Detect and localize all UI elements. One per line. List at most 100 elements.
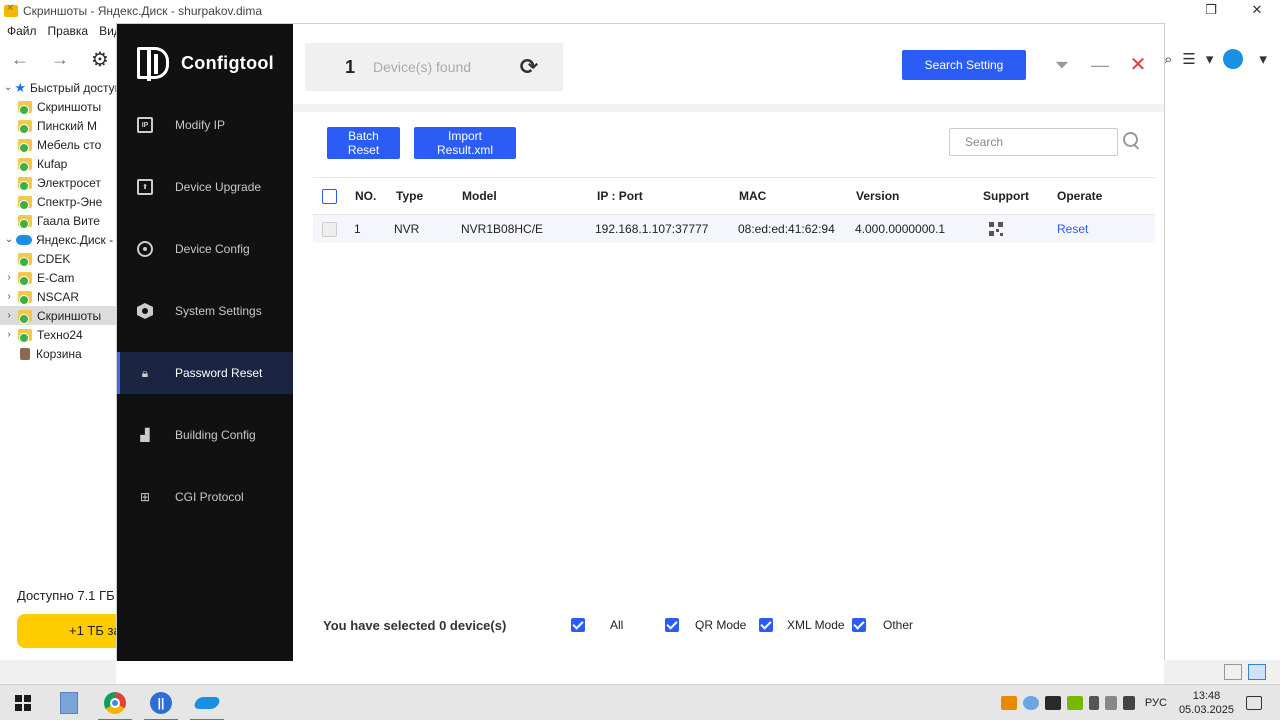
back-arrow-icon[interactable]: ← xyxy=(0,49,40,70)
tree-item-selected[interactable]: › Скриншоты xyxy=(0,306,120,325)
import-result-button[interactable]: Import Result.xml xyxy=(414,127,516,159)
details-view-icon[interactable] xyxy=(1224,664,1242,680)
close-icon[interactable]: ✕ xyxy=(1234,0,1280,22)
filter-xml-mode-label: XML Mode xyxy=(787,618,845,632)
nav-cgi-protocol[interactable]: ⊞ CGI Protocol xyxy=(117,476,293,518)
devices-found-box: 1 Device(s) found ⟳ xyxy=(305,43,563,91)
chevron-down-icon[interactable]: ▾ xyxy=(1259,50,1267,68)
tree-item[interactable]: Гаала Вите xyxy=(0,211,120,230)
filter-other-checkbox[interactable] xyxy=(852,618,866,632)
folder-icon xyxy=(18,214,32,229)
column-mac: MAC xyxy=(739,189,767,203)
taskbar-file-explorer[interactable] xyxy=(46,685,92,720)
list-view-icon[interactable]: ☰ xyxy=(1182,50,1195,68)
chevron-right-icon[interactable]: › xyxy=(4,329,14,340)
restore-icon[interactable]: ❐ xyxy=(1188,0,1234,22)
nav-device-upgrade[interactable]: ⬆ Device Upgrade xyxy=(117,166,293,208)
chevron-right-icon[interactable]: › xyxy=(4,310,14,321)
tree-item-yandex-disk[interactable]: ⌄ Яндекс.Диск - xyxy=(0,230,120,249)
column-model: Model xyxy=(462,189,497,203)
notification-icon[interactable] xyxy=(1246,696,1262,710)
tray-nvidia-icon[interactable] xyxy=(1066,696,1083,710)
configtool-logo-icon xyxy=(137,47,169,81)
chevron-right-icon[interactable]: › xyxy=(4,272,14,283)
search-setting-button[interactable]: Search Setting xyxy=(902,50,1026,80)
taskbar-yandex-disk[interactable] xyxy=(184,685,230,720)
background-window-title: Скриншоты - Яндекс.Диск - shurpakov.dima xyxy=(23,4,262,18)
tray-battery-icon[interactable] xyxy=(1088,696,1099,710)
settings-icon xyxy=(137,303,153,319)
chevron-down-icon[interactable]: ⌄ xyxy=(4,82,12,93)
configtool-icon: || xyxy=(150,692,172,714)
tree-item[interactable]: Мебель сто xyxy=(0,135,120,154)
search-input[interactable] xyxy=(949,128,1118,156)
app-logo: Configtool xyxy=(137,47,274,81)
tray-volume-icon[interactable] xyxy=(1122,696,1135,710)
reset-link[interactable]: Reset xyxy=(1057,222,1088,236)
tiles-view-icon[interactable] xyxy=(1248,664,1266,680)
folder-icon xyxy=(18,119,32,134)
chevron-down-icon[interactable]: ▾ xyxy=(1206,50,1214,68)
tree-item[interactable]: › Техно24 xyxy=(0,325,120,344)
tree-item[interactable]: CDEK xyxy=(0,249,120,268)
batch-reset-button[interactable]: Batch Reset xyxy=(327,127,400,159)
select-all-checkbox[interactable] xyxy=(322,188,337,204)
refresh-icon[interactable]: ⟳ xyxy=(517,55,541,79)
nav-building-config[interactable]: ▟ Building Config xyxy=(117,414,293,456)
tree-item[interactable]: Скриншоты xyxy=(0,97,120,116)
dropdown-menu-icon[interactable]: ⏷ xyxy=(1043,53,1081,77)
tree-item[interactable]: Электросет xyxy=(0,173,120,192)
table-row[interactable]: 1 NVR NVR1B08HC/E 192.168.1.107:37777 08… xyxy=(313,215,1155,243)
chevron-right-icon[interactable]: › xyxy=(4,291,14,302)
cell-type: NVR xyxy=(394,222,420,236)
qr-code-icon[interactable] xyxy=(989,222,1003,236)
folder-icon xyxy=(18,157,32,172)
close-icon[interactable]: ✕ xyxy=(1119,53,1157,77)
filter-all-checkbox[interactable] xyxy=(571,618,585,632)
selected-count-text: You have selected 0 device(s) xyxy=(323,617,507,633)
menu-edit[interactable]: Правка xyxy=(48,24,89,38)
account-avatar[interactable] xyxy=(1223,49,1244,69)
panel-divider xyxy=(293,104,1164,112)
tree-item-quick-access[interactable]: ⌄ ★ Быстрый доступ xyxy=(0,78,120,97)
minimize-icon[interactable]: — xyxy=(1081,53,1119,77)
chevron-down-icon[interactable]: ⌄ xyxy=(4,234,14,245)
tray-network-icon[interactable] xyxy=(1104,696,1117,710)
input-language[interactable]: РУС xyxy=(1145,697,1167,709)
start-button[interactable] xyxy=(0,685,46,720)
nav-system-settings[interactable]: System Settings xyxy=(117,290,293,332)
search-icon[interactable] xyxy=(1121,130,1143,152)
taskbar-chrome[interactable] xyxy=(92,685,138,720)
cloud-icon xyxy=(16,234,32,245)
row-checkbox[interactable] xyxy=(322,221,337,237)
nav-password-reset[interactable]: 🔒︎ Password Reset xyxy=(117,352,293,394)
tree-item[interactable]: › E-Cam xyxy=(0,268,120,287)
tray-cloud-icon[interactable] xyxy=(1022,696,1039,710)
background-toolbar: ← → ⚙ xyxy=(0,44,120,74)
tree-item-trash[interactable]: Корзина xyxy=(0,344,120,363)
tree-item[interactable]: Кufар xyxy=(0,154,120,173)
clock[interactable]: 13:48 05.03.2025 xyxy=(1179,689,1234,717)
gear-icon[interactable]: ⚙ xyxy=(80,47,120,72)
filter-qr-mode-checkbox[interactable] xyxy=(665,618,679,632)
taskbar-configtool[interactable]: || xyxy=(138,685,184,720)
search-icon[interactable]: ⌕ xyxy=(1164,51,1172,68)
cell-ip-port: 192.168.1.107:37777 xyxy=(595,222,709,236)
background-window-titlebar: Скриншоты - Яндекс.Диск - shurpakov.dima… xyxy=(0,0,1280,22)
star-icon: ★ xyxy=(14,79,27,95)
menu-file[interactable]: Файл xyxy=(7,24,37,38)
tree-item[interactable]: Пинский М xyxy=(0,116,120,135)
configtool-window: Configtool IP Modify IP ⬆ Device Upgrade… xyxy=(116,23,1165,661)
tree-item[interactable]: Спектр-Эне xyxy=(0,192,120,211)
tree-item[interactable]: › NSCAR xyxy=(0,287,120,306)
cell-version: 4.000.0000000.1 xyxy=(855,222,946,236)
background-window-controls: ❐ ✕ xyxy=(1188,0,1280,22)
folder-tree: ⌄ ★ Быстрый доступ Скриншоты Пинский М Меб… xyxy=(0,78,120,363)
nav-device-config[interactable]: Device Config xyxy=(117,228,293,270)
nav-modify-ip[interactable]: IP Modify IP xyxy=(117,104,293,146)
filter-xml-mode-checkbox[interactable] xyxy=(759,618,773,632)
tray-app-icon[interactable] xyxy=(1000,696,1017,710)
tray-monitor-icon[interactable] xyxy=(1044,696,1061,710)
forward-arrow-icon[interactable]: → xyxy=(40,49,80,70)
promo-button[interactable]: +1 ТБ за xyxy=(17,614,120,648)
